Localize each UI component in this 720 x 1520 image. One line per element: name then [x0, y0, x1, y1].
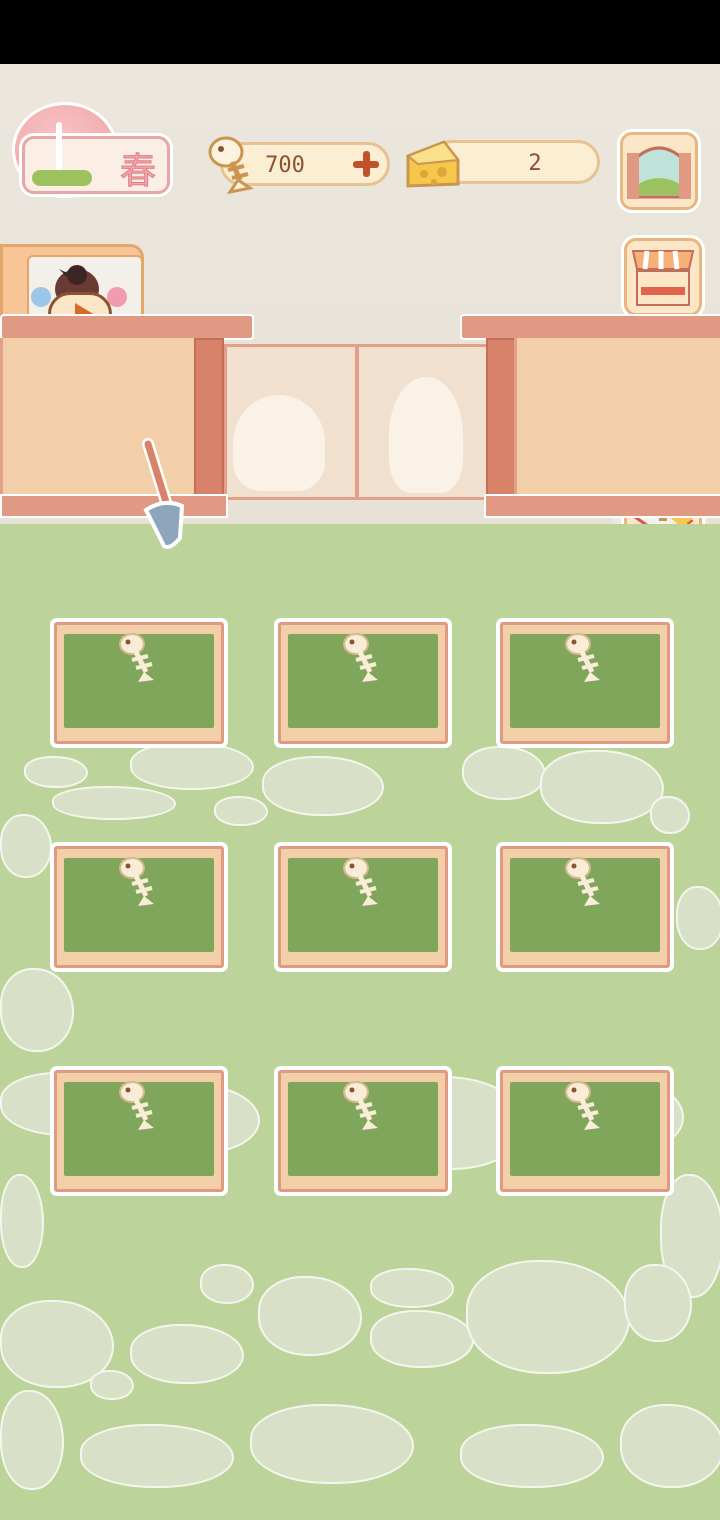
garden-plot[interactable] — [278, 622, 448, 744]
fish-bone-icon — [343, 1081, 378, 1130]
plus-icon[interactable] — [351, 149, 381, 179]
garden-plot[interactable] — [500, 1070, 670, 1192]
season-label: 春 — [119, 151, 157, 193]
fish-bone-icon — [343, 633, 378, 682]
fish-bone-icon — [565, 857, 600, 906]
cheese-count: 2 — [528, 151, 542, 176]
fence-cap-right — [460, 314, 720, 340]
shop-button[interactable] — [624, 238, 702, 316]
fish-bone-icon — [343, 857, 378, 906]
garden-plot[interactable] — [500, 622, 670, 744]
fish-bone-icon — [565, 1081, 600, 1130]
game-scene: 春 700 2 — [0, 64, 720, 1520]
fence-base-right — [484, 494, 720, 518]
fence-panel-right — [514, 338, 720, 498]
garden-plot[interactable] — [54, 846, 224, 968]
gate-door-right — [356, 344, 490, 500]
fence-post — [486, 338, 516, 502]
shovel-icon[interactable] — [134, 434, 194, 554]
window-icon — [627, 146, 691, 199]
shop-stall-icon — [631, 250, 695, 306]
fish-bone-icon — [119, 633, 154, 682]
garden-plot[interactable] — [278, 1070, 448, 1192]
garden-plot[interactable] — [500, 846, 670, 968]
fish-bone-icon — [119, 857, 154, 906]
gate-door-left — [224, 344, 358, 500]
garden-plot[interactable] — [54, 1070, 224, 1192]
garden-plot[interactable] — [278, 846, 448, 968]
status-bar — [0, 0, 720, 64]
fish-bone-icon — [208, 136, 254, 194]
fish-bone-icon — [565, 633, 600, 682]
cheese-icon — [406, 140, 460, 188]
garden-fence — [0, 314, 720, 524]
window-button[interactable] — [620, 132, 698, 210]
fence-post — [194, 338, 224, 502]
tree-grass — [32, 170, 92, 186]
season-badge[interactable]: 春 — [12, 102, 170, 198]
fish-bone-icon — [119, 1081, 154, 1130]
fence-cap-left — [0, 314, 254, 340]
garden-plot[interactable] — [54, 622, 224, 744]
